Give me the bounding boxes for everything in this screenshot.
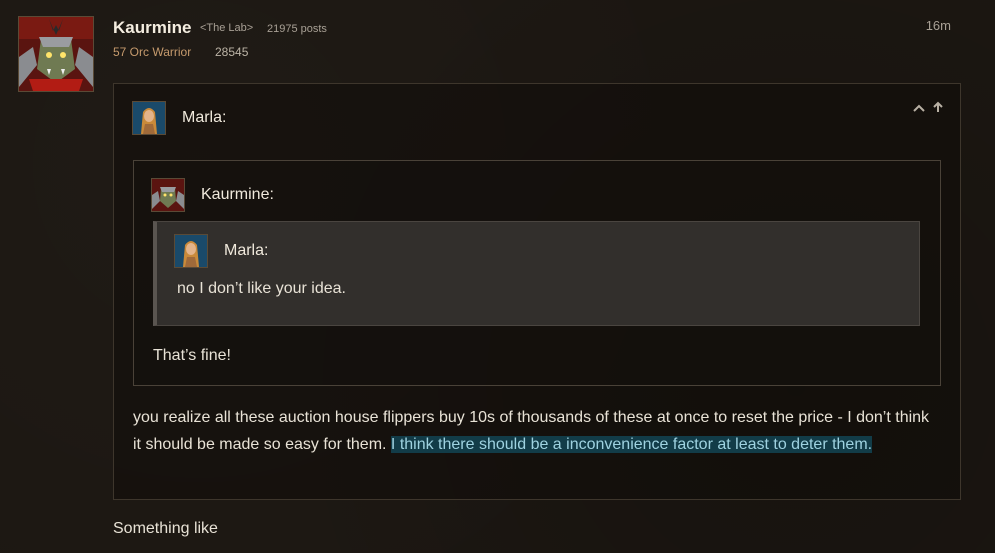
go-to-quoted-post-icon[interactable] <box>932 100 944 118</box>
quote-block-marla-inner: Marla: no I don’t like your idea. <box>153 221 920 326</box>
achievement-points: 28545 <box>215 45 249 59</box>
quote-author-name: Marla: <box>182 109 227 126</box>
quote-controls <box>912 100 944 118</box>
quote-block-kaurmine: Kaurmine: Marla: no I don’t like your id… <box>133 160 941 386</box>
author-avatar[interactable] <box>18 16 94 92</box>
quote-header: Kaurmine: <box>151 178 274 212</box>
author-class: 57 Orc Warrior <box>113 45 192 59</box>
quote-author-name: Marla: <box>224 242 269 259</box>
expand-quote-icon[interactable] <box>912 100 926 118</box>
quote-author-name: Kaurmine: <box>201 186 274 203</box>
quote-author-avatar[interactable] <box>174 234 208 268</box>
quote-author-avatar[interactable] <box>132 101 166 135</box>
quote-block-marla: Marla: Kaurmine: Marla: no I don’t like … <box>113 83 961 500</box>
post-body-text: Something like <box>113 520 218 537</box>
post-timestamp[interactable]: 16m <box>926 18 951 33</box>
quote-header: Marla: <box>132 101 226 135</box>
selected-text: I think there should be a inconvenience … <box>390 436 873 453</box>
quote-body: That’s fine! <box>153 347 231 364</box>
quote-body: you realize all these auction house flip… <box>133 404 938 458</box>
author-guild[interactable]: <The Lab> <box>200 22 253 34</box>
blood-elf-avatar-icon <box>175 235 207 267</box>
post-header: Kaurmine <The Lab> 21975 posts 57 Orc Wa… <box>113 18 955 68</box>
quote-author-avatar[interactable] <box>151 178 185 212</box>
orc-warrior-avatar-icon <box>152 179 184 211</box>
author-post-count: 21975 posts <box>267 23 327 35</box>
author-name[interactable]: Kaurmine <box>113 18 191 38</box>
quote-body: no I don’t like your idea. <box>177 280 346 297</box>
orc-warrior-avatar-icon <box>19 17 93 91</box>
quote-header: Marla: <box>174 234 268 268</box>
blood-elf-avatar-icon <box>133 102 165 134</box>
